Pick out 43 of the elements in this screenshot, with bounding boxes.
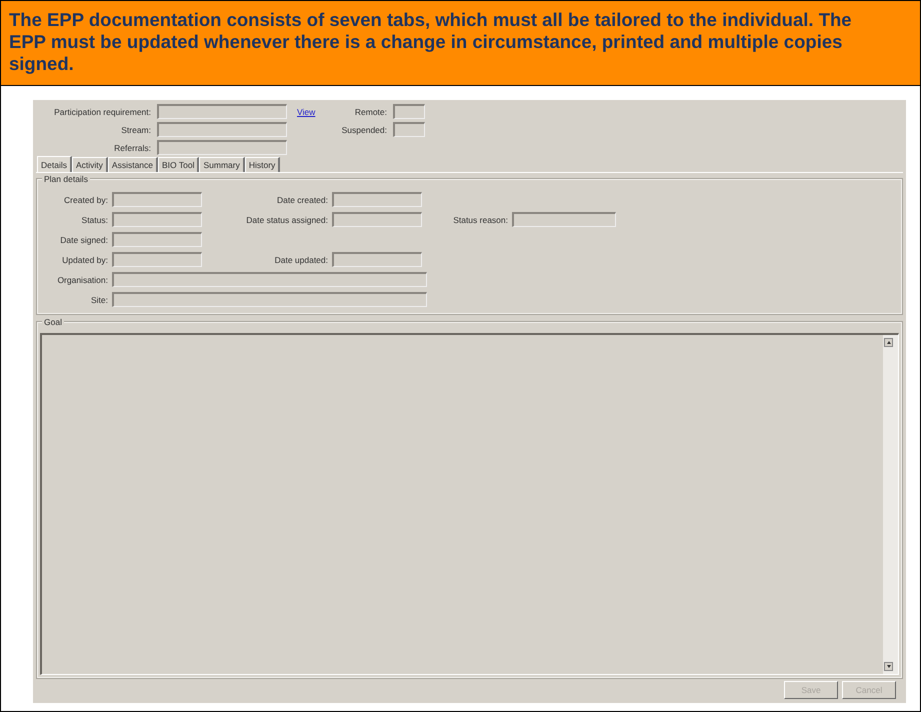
field-label: Created by:	[64, 194, 108, 204]
input-field[interactable]	[112, 232, 202, 247]
field-label: Date updated:	[274, 254, 328, 264]
input-field[interactable]	[157, 140, 287, 155]
field-label: Date created:	[276, 194, 328, 204]
input-field[interactable]	[157, 122, 287, 137]
group-title: Goal	[42, 317, 64, 327]
field-label: Remote:	[354, 106, 387, 116]
tab[interactable]: BIO Tool	[158, 157, 200, 172]
field-label: Site:	[90, 294, 108, 304]
input-field[interactable]	[157, 104, 287, 119]
field-label: Updated by:	[62, 254, 108, 264]
field-label: Date signed:	[60, 234, 108, 244]
banner-text: The EPP documentation consists of seven tabs, which must all be tailored to the individual. The EPP must be updated whenever there is a change in circumstance, printed and multiple copies signed.	[1, 1, 920, 86]
field-label: Status reason:	[453, 214, 508, 224]
tab[interactable]: History	[244, 157, 280, 172]
input-field[interactable]	[332, 192, 422, 207]
input-field[interactable]	[112, 192, 202, 207]
input-field[interactable]	[393, 122, 425, 137]
field-label: Stream:	[120, 124, 152, 134]
input-field[interactable]	[332, 252, 422, 267]
field-label: Status:	[82, 214, 108, 224]
input-field[interactable]	[332, 212, 422, 227]
input-field[interactable]	[393, 104, 425, 119]
scrollbar[interactable]	[883, 335, 898, 674]
input-field[interactable]	[112, 272, 427, 287]
input-field[interactable]	[112, 212, 202, 227]
tab[interactable]: Activity	[72, 157, 108, 172]
tab[interactable]: Summary	[199, 157, 245, 172]
tab[interactable]: Details	[37, 156, 72, 172]
input-field[interactable]	[512, 212, 616, 227]
field-label: Date status assigned:	[246, 214, 328, 224]
group-title: Plan details	[42, 174, 90, 184]
input-field[interactable]	[112, 252, 202, 267]
field-label: Organisation:	[57, 274, 108, 284]
view-link[interactable]: View	[293, 106, 316, 116]
tab[interactable]: Assistance	[108, 157, 158, 172]
field-label: Participation requirement:	[53, 106, 152, 116]
field-label: Referrals:	[113, 142, 152, 152]
scroll-up-icon[interactable]	[884, 338, 893, 347]
field-label: Suspended:	[342, 124, 387, 134]
input-field[interactable]	[112, 292, 427, 307]
scroll-down-icon[interactable]	[884, 662, 893, 671]
